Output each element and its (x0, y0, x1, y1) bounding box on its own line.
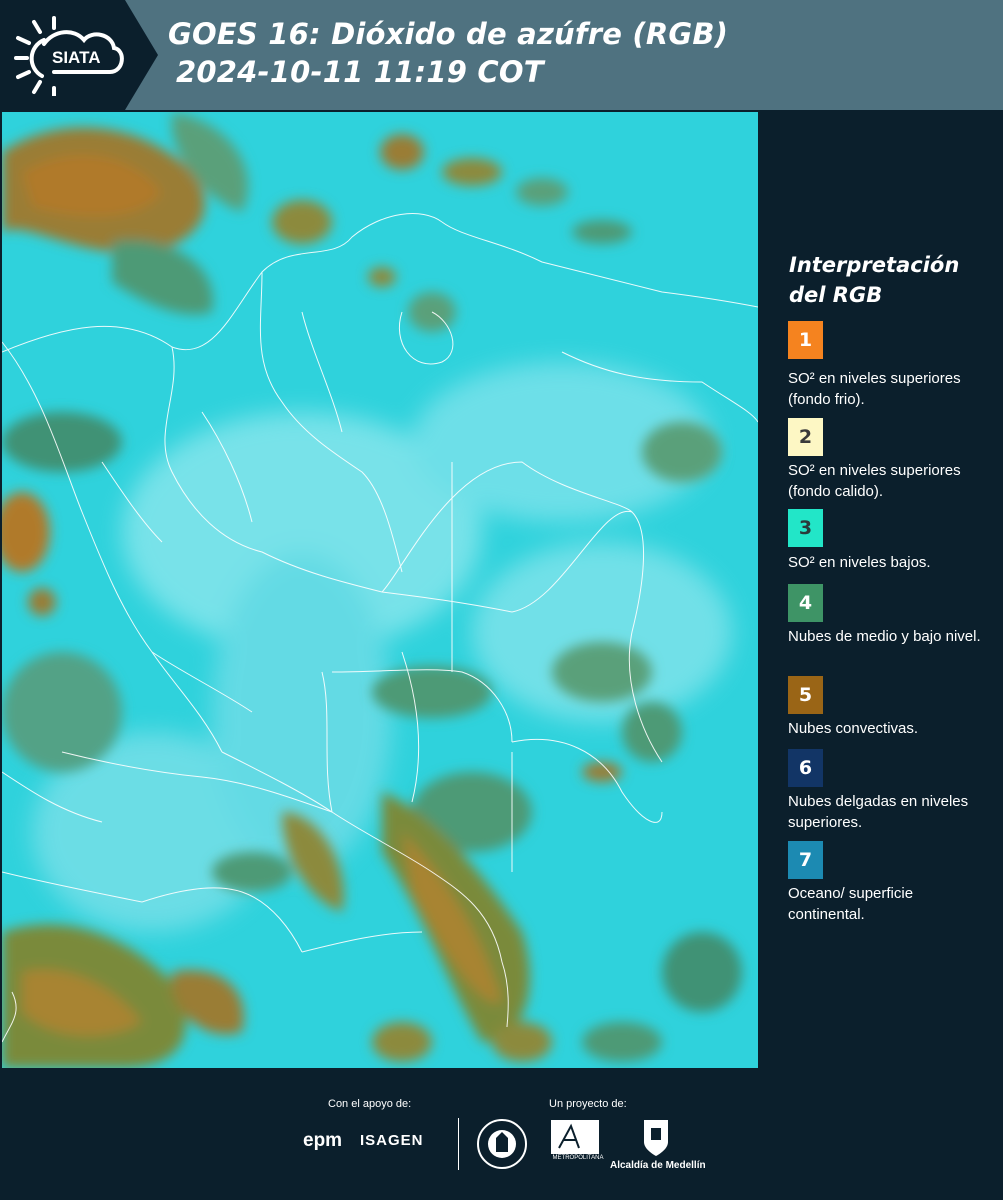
page-title: GOES 16: Dióxido de azúfre (RGB) (168, 17, 729, 51)
legend-text-1: SO² en niveles superiores (fondo frio). (788, 370, 961, 408)
isagen-logo: ISAGEN (360, 1132, 424, 1149)
legend-text-2: SO² en niveles superiores (fondo calido)… (788, 462, 961, 500)
legend-panel: Interpretación del RGB 1 SO² en niveles … (758, 112, 1003, 1068)
legend-swatch-7: 7 (788, 841, 823, 879)
legend-text-6: Nubes delgadas en niveles superiores. (788, 793, 969, 831)
legend-swatch-1: 1 (788, 321, 823, 359)
footer: Con el apoyo de: Un proyecto de: epm ISA… (0, 1068, 1003, 1200)
legend-text-3: SO² en niveles bajos. (788, 554, 931, 571)
medellin-seal-icon (477, 1119, 527, 1169)
alcaldia-shield-icon (644, 1120, 668, 1156)
legend-swatch-5: 5 (788, 676, 823, 714)
legend-swatch-2: 2 (788, 418, 823, 456)
legend-swatch-3: 3 (788, 509, 823, 547)
legend-swatch-6: 6 (788, 749, 823, 787)
header-bar: SIATA GOES 16: Dióxido de azúfre (RGB) 2… (0, 0, 1003, 110)
legend-text-7: Oceano/ superficie continental. (788, 885, 914, 923)
epm-logo: epm (303, 1130, 343, 1151)
area-metropolitana-name: METROPOLITANA (552, 1155, 604, 1161)
siata-logo: SIATA (14, 16, 124, 96)
legend-swatch-4: 4 (788, 584, 823, 622)
legend-text-4: Nubes de medio y bajo nivel. (788, 628, 981, 645)
page-timestamp: 2024-10-11 11:19 COT (176, 55, 544, 89)
project-label: Un proyecto de: (549, 1098, 627, 1110)
support-label: Con el apoyo de: (328, 1098, 412, 1110)
legend-title: Interpretación del RGB (789, 253, 960, 307)
footer-divider (458, 1118, 459, 1170)
satellite-map[interactable] (2, 112, 758, 1068)
siata-logo-text: SIATA (52, 48, 100, 67)
area-metropolitana-logo (551, 1120, 599, 1154)
legend-text-5: Nubes convectivas. (788, 720, 919, 737)
alcaldia-name: Alcaldía de Medellín (610, 1160, 706, 1171)
